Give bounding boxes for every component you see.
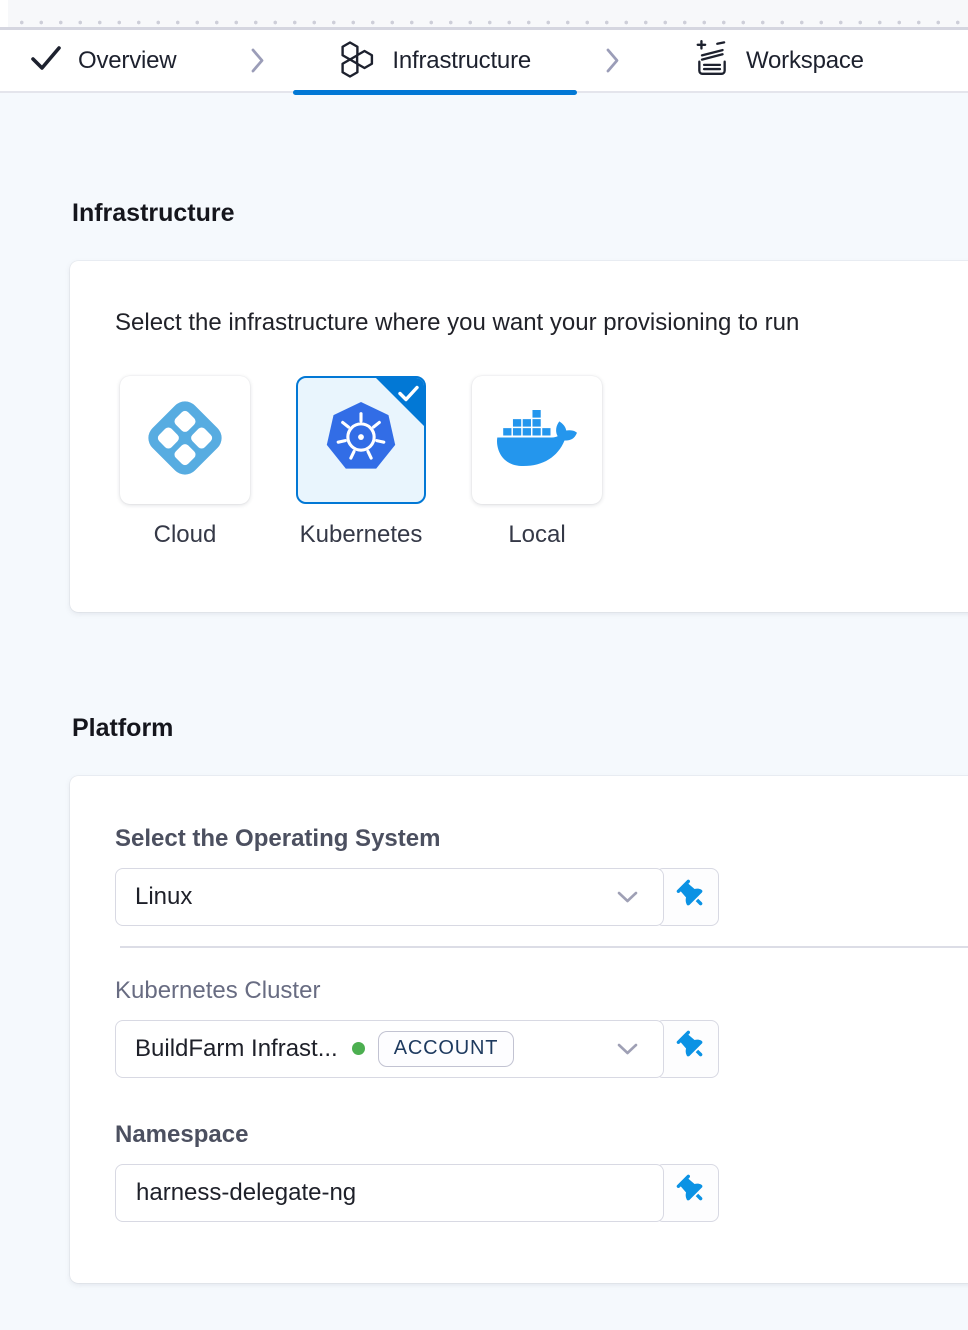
dotted-header-strip [0, 0, 968, 30]
cluster-field-label: Kubernetes Cluster [115, 976, 953, 1006]
namespace-pin-button[interactable] [655, 1164, 719, 1222]
cluster-select[interactable]: BuildFarm Infrast... ACCOUNT [115, 1020, 664, 1078]
os-select-value: Linux [135, 883, 192, 911]
cloud-icon [139, 392, 231, 489]
cluster-select-value: BuildFarm Infrast... [135, 1035, 338, 1063]
platform-card: Select the Operating System Linux Kubern… [70, 776, 968, 1283]
option-cloud-label: Cloud [154, 521, 217, 549]
pin-icon [678, 1032, 706, 1065]
option-cloud-tile[interactable] [120, 376, 250, 504]
namespace-input-group [115, 1164, 719, 1222]
tab-workspace-label: Workspace [746, 47, 864, 75]
chevron-right-icon [605, 47, 620, 74]
platform-section-title: Platform [72, 612, 968, 742]
hexagons-icon [339, 38, 376, 84]
section-divider [120, 946, 968, 948]
header-strip-notch [0, 0, 8, 27]
kubernetes-icon [322, 400, 400, 481]
option-local-tile[interactable] [472, 376, 602, 504]
os-pin-button[interactable] [655, 868, 719, 926]
pin-icon [678, 881, 706, 914]
tab-workspace[interactable]: Workspace [648, 30, 910, 91]
option-kubernetes: Kubernetes [296, 376, 426, 549]
wizard-tabbar: Overview Infrastructure W [0, 30, 968, 93]
os-select[interactable]: Linux [115, 868, 664, 926]
os-field-label: Select the Operating System [115, 824, 953, 854]
option-kubernetes-label: Kubernetes [300, 521, 423, 549]
connectivity-status-dot [352, 1042, 365, 1055]
stack-icon [694, 39, 730, 82]
infrastructure-card: Select the infrastructure where you want… [70, 261, 968, 612]
pin-icon [678, 1176, 706, 1209]
check-icon [30, 44, 62, 77]
chevron-right-icon [250, 47, 265, 74]
docker-whale-icon [497, 406, 577, 475]
option-kubernetes-tile[interactable] [296, 376, 426, 504]
option-local: Local [472, 376, 602, 549]
chevron-down-icon [616, 1042, 639, 1056]
scope-badge: ACCOUNT [378, 1031, 515, 1067]
option-cloud: Cloud [120, 376, 250, 549]
infrastructure-section-title: Infrastructure [72, 93, 968, 227]
os-select-group: Linux [115, 868, 719, 926]
tab-infrastructure-label: Infrastructure [392, 47, 531, 75]
tab-overview-label: Overview [78, 47, 176, 75]
tab-infrastructure[interactable]: Infrastructure [293, 30, 577, 91]
infrastructure-description: Select the infrastructure where you want… [115, 308, 953, 338]
namespace-field-label: Namespace [115, 1120, 953, 1150]
tab-overview[interactable]: Overview [0, 30, 222, 91]
namespace-input[interactable] [115, 1164, 664, 1222]
chevron-down-icon [616, 890, 639, 904]
option-local-label: Local [508, 521, 565, 549]
cluster-pin-button[interactable] [655, 1020, 719, 1078]
selected-check-icon [398, 385, 419, 407]
infrastructure-options: Cloud [120, 376, 953, 549]
cluster-select-group: BuildFarm Infrast... ACCOUNT [115, 1020, 719, 1078]
